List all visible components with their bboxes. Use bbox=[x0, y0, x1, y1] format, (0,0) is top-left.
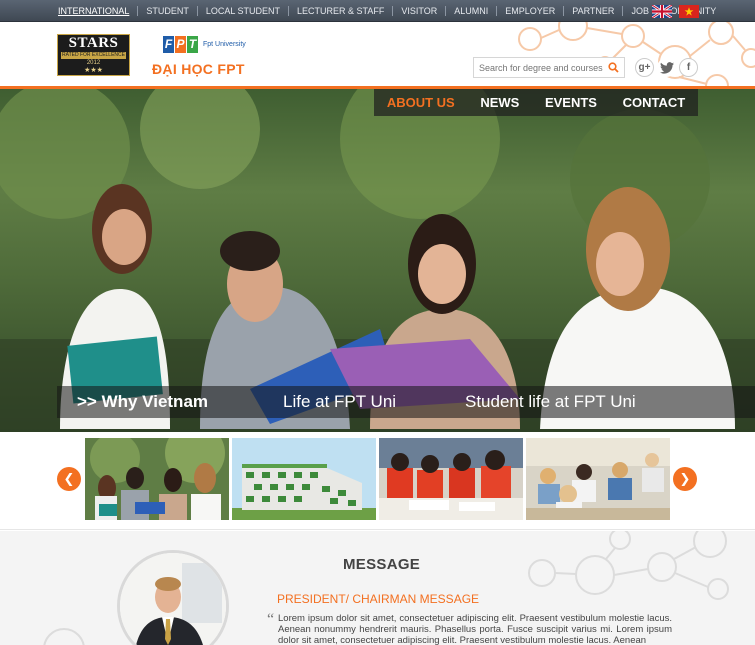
nav-contact[interactable]: CONTACT bbox=[621, 95, 688, 110]
thumbnail-carousel: ❮ ❯ bbox=[0, 432, 755, 530]
message-body: Lorem ipsum dolor sit amet, consectetuer… bbox=[278, 613, 672, 645]
chevron-left-icon[interactable]: ❮ bbox=[57, 467, 81, 491]
dai-hoc-fpt-wordmark: ĐẠI HỌC FPT bbox=[152, 61, 245, 77]
fpt-letter-p: P bbox=[175, 35, 186, 53]
google-plus-label: g+ bbox=[638, 62, 651, 73]
topnav-item-partner[interactable]: PARTNER bbox=[563, 6, 622, 16]
thumbnail-students-red-shirts[interactable] bbox=[379, 438, 523, 520]
fpt-letter-f: F bbox=[163, 35, 174, 53]
topnav-item-employer[interactable]: EMPLOYER bbox=[496, 6, 563, 16]
hero-students-photo bbox=[0, 89, 755, 432]
google-plus-icon[interactable]: g+ bbox=[635, 58, 654, 77]
thumbnail-students-outdoor[interactable] bbox=[85, 438, 229, 520]
thumbnail-classroom[interactable] bbox=[526, 438, 670, 520]
site-header: STARS RATED FOR EXCELLENCE 2012 ★★★ F P … bbox=[0, 22, 755, 86]
message-title: MESSAGE bbox=[343, 556, 421, 573]
vietnam-flag-icon[interactable] bbox=[679, 5, 699, 18]
search-icon[interactable] bbox=[604, 58, 622, 77]
topnav-item-local-student[interactable]: LOCAL STUDENT bbox=[196, 6, 288, 16]
fpt-letter-t: T bbox=[187, 35, 198, 53]
hero-caption-bar: >> Why Vietnam Life at FPT Uni Student l… bbox=[57, 386, 755, 418]
topnav-item-student[interactable]: STUDENT bbox=[137, 6, 197, 16]
audience-nav: INTERNATIONAL STUDENT LOCAL STUDENT LECT… bbox=[50, 0, 724, 22]
top-bar: INTERNATIONAL STUDENT LOCAL STUDENT LECT… bbox=[0, 0, 755, 22]
president-photo bbox=[120, 553, 226, 645]
stars-rating: ★★★ bbox=[84, 67, 103, 74]
hero-banner: ABOUT US NEWS EVENTS CONTACT >> Why Viet… bbox=[0, 89, 755, 432]
search-input[interactable] bbox=[474, 58, 604, 77]
topnav-item-international[interactable]: INTERNATIONAL bbox=[50, 6, 137, 16]
topnav-item-visitor[interactable]: VISITOR bbox=[392, 6, 445, 16]
topnav-item-job-opportunity[interactable]: JOB OPPORTUNITY bbox=[622, 6, 724, 16]
facebook-label: f bbox=[686, 62, 691, 73]
topnav-item-alumni[interactable]: ALUMNI bbox=[445, 6, 496, 16]
nav-news[interactable]: NEWS bbox=[478, 95, 521, 110]
uk-flag-icon[interactable] bbox=[652, 5, 672, 18]
search-box bbox=[473, 57, 625, 78]
molecule-decoration-icon bbox=[528, 531, 729, 600]
message-subtitle[interactable]: PRESIDENT/ CHAIRMAN MESSAGE bbox=[277, 592, 479, 606]
twitter-icon[interactable] bbox=[657, 58, 676, 77]
stars-subtitle: RATED FOR EXCELLENCE bbox=[61, 52, 126, 59]
fpt-university-logo[interactable]: F P T Fpt University bbox=[163, 34, 246, 54]
stars-badge-logo: STARS RATED FOR EXCELLENCE 2012 ★★★ bbox=[57, 34, 130, 76]
caption-life-at-fpt[interactable]: Life at FPT Uni bbox=[283, 392, 396, 412]
message-section: MESSAGE PRESIDENT/ CHAIRMAN MESSAGE “ Lo… bbox=[0, 531, 755, 645]
fpt-university-label: Fpt University bbox=[203, 40, 246, 48]
stars-year: 2012 bbox=[86, 60, 101, 66]
caption-why-vietnam[interactable]: >> Why Vietnam bbox=[77, 392, 208, 412]
nav-events[interactable]: EVENTS bbox=[543, 95, 599, 110]
caption-student-life[interactable]: Student life at FPT Uni bbox=[465, 392, 636, 412]
topnav-item-lecturer-staff[interactable]: LECTURER & STAFF bbox=[288, 6, 392, 16]
chevron-right-icon[interactable]: ❯ bbox=[673, 467, 697, 491]
nav-about-us[interactable]: ABOUT US bbox=[385, 95, 457, 110]
quote-icon: “ bbox=[267, 611, 275, 628]
facebook-icon[interactable]: f bbox=[679, 58, 698, 77]
stars-title: STARS bbox=[68, 35, 119, 51]
molecule-decoration-icon bbox=[43, 628, 85, 645]
thumbnail-campus-building[interactable] bbox=[232, 438, 376, 520]
main-nav: ABOUT US NEWS EVENTS CONTACT bbox=[374, 89, 698, 116]
avatar bbox=[117, 550, 229, 645]
